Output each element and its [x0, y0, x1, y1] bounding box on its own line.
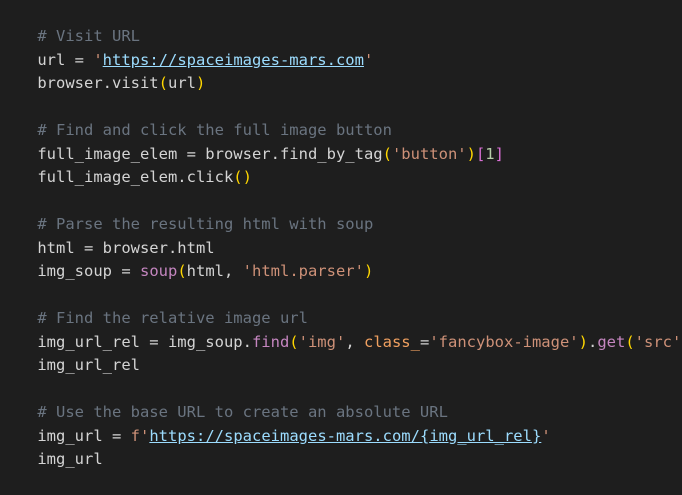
code-text: . — [587, 332, 598, 351]
string: 'src' — [634, 332, 682, 351]
code-line-11: img_soup = soup(html, 'html.parser') — [0, 235, 373, 280]
code-line-10: html = browser.html — [0, 212, 214, 257]
string: 'html.parser' — [242, 262, 364, 280]
code-text: html, — [186, 262, 243, 280]
paren: ( — [382, 144, 392, 163]
fstring-variable: img_url_rel — [429, 426, 532, 445]
paren: ) — [363, 262, 374, 280]
fstring-prefix: f — [130, 426, 140, 445]
paren: ) — [578, 332, 588, 351]
string-quote: ' — [363, 50, 374, 69]
code-line-19: img_url — [0, 423, 102, 468]
bracket: [ — [475, 144, 486, 163]
code-line-9: # Parse the resulting html with soup — [0, 188, 373, 233]
paren: ) — [466, 144, 476, 163]
code-line-7: full_image_elem.click() — [0, 141, 252, 186]
code-line-14: img_url_rel = img_soup.find('img', class… — [0, 306, 682, 351]
code-line-2: url = 'https://spaceimages-mars.com' — [0, 24, 373, 69]
code-line-1: # Visit URL — [0, 0, 140, 45]
paren: ( — [625, 332, 635, 351]
operator: = — [419, 332, 430, 351]
number: 1 — [485, 144, 495, 163]
paren: ( — [177, 262, 187, 280]
function-name: get — [597, 332, 626, 351]
function-name: soup — [139, 262, 178, 280]
url-link[interactable]: https://spaceimages-mars.com/ — [149, 427, 420, 445]
code-text: , — [345, 332, 364, 351]
paren: ) — [196, 74, 206, 92]
fstring-brace: } — [531, 426, 542, 445]
code-text: img_soup = — [37, 262, 140, 280]
code-line-5: # Find and click the full image button — [0, 94, 392, 139]
keyword-arg: class_ — [363, 332, 420, 351]
code-line-6: full_image_elem = browser.find_by_tag('b… — [0, 118, 504, 163]
code-line-3: browser.visit(url) — [0, 47, 205, 92]
code-text: img_url_rel — [37, 356, 140, 374]
code-text: url — [168, 74, 196, 92]
code-line-17: # Use the base URL to create an absolute… — [0, 376, 448, 421]
function-name: find — [251, 332, 290, 351]
code-text: full_image_elem.click — [37, 168, 234, 186]
fstring-brace: { — [419, 426, 430, 445]
code-line-15: img_url_rel — [0, 329, 140, 374]
code-editor[interactable]: # Visit URL url = 'https://spaceimages-m… — [0, 0, 682, 468]
string: 'button' — [391, 144, 467, 163]
code-text: browser.visit — [37, 74, 159, 92]
string-quote: ' — [541, 426, 551, 445]
code-line-18: img_url = f'https://spaceimages-mars.com… — [0, 400, 550, 445]
string-quote: ' — [140, 426, 150, 445]
paren: ( — [158, 74, 168, 92]
paren: () — [233, 168, 252, 186]
code-line-13: # Find the relative image url — [0, 282, 308, 327]
bracket: ] — [494, 144, 504, 163]
string: 'img' — [298, 332, 346, 351]
paren: ( — [289, 332, 299, 351]
string: 'fancybox-image' — [429, 332, 579, 351]
